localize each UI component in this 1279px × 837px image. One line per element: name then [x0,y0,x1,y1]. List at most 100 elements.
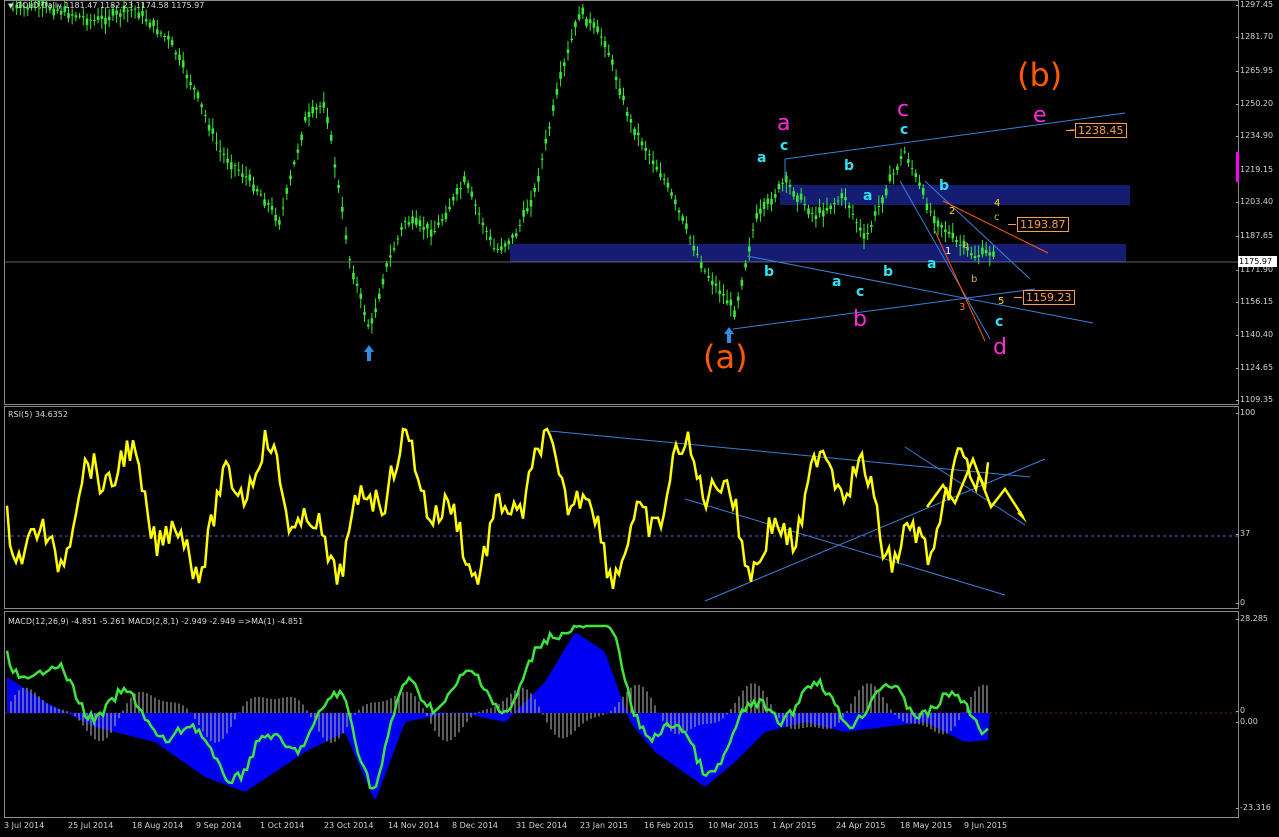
wave-label-cyan: c [900,122,909,138]
candle-body [929,211,932,213]
up-arrow-icon [364,345,374,361]
rsi-tick: 0 [1235,598,1246,607]
candle-body [252,184,255,192]
header-collapse-icon[interactable]: ▼ [8,2,13,10]
date-tick: 23 Jan 2015 [580,821,628,830]
price-label-box[interactable]: 1238.45 [1066,123,1127,138]
current-price-marker: 1175.97 [1238,256,1277,267]
candle-body [267,203,270,205]
candle-body [415,217,418,225]
candle-body [363,311,366,316]
candle-body [315,107,318,110]
candle-body [144,19,148,22]
price-label-box[interactable]: 1159.23 [1014,290,1075,305]
scroll-marker[interactable] [1236,152,1239,182]
candle-body [222,153,226,155]
price-tick: 1156.15 [1235,297,1274,306]
price-axis[interactable]: 1297.45 1281.70 1265.95 1250.20 1234.90 … [1235,0,1279,404]
candle-body [237,169,240,171]
candle-body [703,270,707,272]
candle-body [307,111,311,117]
candle-body [559,71,562,79]
candle-body [429,229,433,237]
candle-body [781,182,784,185]
candle-body [688,237,692,239]
macd-pane[interactable]: MACD(12,26,9) -4.851 -5.261 MACD(2,8,1) … [4,611,1239,818]
candle-body [603,41,607,48]
candle-body [777,183,781,190]
candle-body [396,238,400,240]
wave-label-magenta-d: d [993,335,1007,360]
candle-body [463,176,466,182]
candle-body [470,191,474,197]
candle-body [859,227,862,231]
rsi-canvas [5,427,1238,602]
price-tick: 1124.65 [1235,363,1274,372]
date-axis[interactable]: 3 Jul 2014 25 Jul 2014 18 Aug 2014 9 Sep… [0,818,1279,837]
candle-body [914,173,918,177]
candle-body [204,115,207,117]
candle-body [548,127,551,129]
candle-body [533,187,536,192]
candle-body [744,263,747,268]
candle-body [733,310,736,318]
candle-body [633,128,636,136]
candle-body [137,12,141,19]
candle-body [74,15,78,18]
candle-body [59,10,63,15]
candle-body [855,222,858,224]
candle-body [296,149,300,153]
macd-tick: 0.00 [1236,717,1258,726]
candle-body [411,216,414,224]
wave-label-small: 1 [945,246,952,257]
candle-body [762,201,766,209]
candle-body [207,124,211,131]
candle-body [674,199,677,205]
candle-body [870,225,873,227]
candle-body [729,299,733,306]
candle-body [918,182,921,186]
candle-body [722,294,725,296]
candle-body [218,150,222,152]
candle-body [196,92,200,99]
date-tick: 24 Apr 2015 [836,821,886,830]
date-tick: 23 Oct 2014 [324,821,374,830]
candle-body [370,318,374,324]
candle-body [477,213,481,215]
candle-body [947,231,951,234]
candle-body [278,220,281,225]
candle-body [596,26,599,33]
rsi-trendline [704,458,1046,602]
candle-body [200,104,203,108]
rsi-axis[interactable]: 100 37 0 [1235,406,1279,608]
price-label-box[interactable]: 1193.87 [1008,217,1069,232]
candle-body [466,183,470,189]
wave-label-small: b [971,274,978,285]
price-tick: 1109.35 [1235,395,1274,404]
candle-body [444,212,448,220]
candle-body [844,197,847,201]
date-tick: 31 Dec 2014 [516,821,568,830]
candle-body [866,232,869,235]
candle-body [662,179,666,181]
candle-body [518,224,522,226]
rsi-pane[interactable]: RSI(5) 34.6352 [4,406,1239,609]
candle-body [152,20,155,27]
candle-body [459,188,462,190]
candle-body [581,7,585,15]
candle-body [651,160,655,165]
candle-body [796,195,799,203]
candle-body [507,240,511,245]
macd-axis[interactable]: 28.285 0 0.00 -23.316 [1235,611,1279,817]
macd-canvas [5,624,1238,800]
candle-body [899,156,903,159]
price-tick: 1234.90 [1235,131,1274,140]
candle-body [977,255,980,257]
chart-symbol-header: ▼ GOLD,Daily 1181.47 1182.23 1174.58 117… [8,1,204,10]
price-chart-pane[interactable]: ▼ GOLD,Daily 1181.47 1182.23 1174.58 117… [4,0,1239,405]
candle-body [181,60,185,68]
rsi-trendline [684,498,1006,596]
candle-body [803,204,807,206]
candle-body [736,296,740,301]
candle-body [992,251,995,257]
